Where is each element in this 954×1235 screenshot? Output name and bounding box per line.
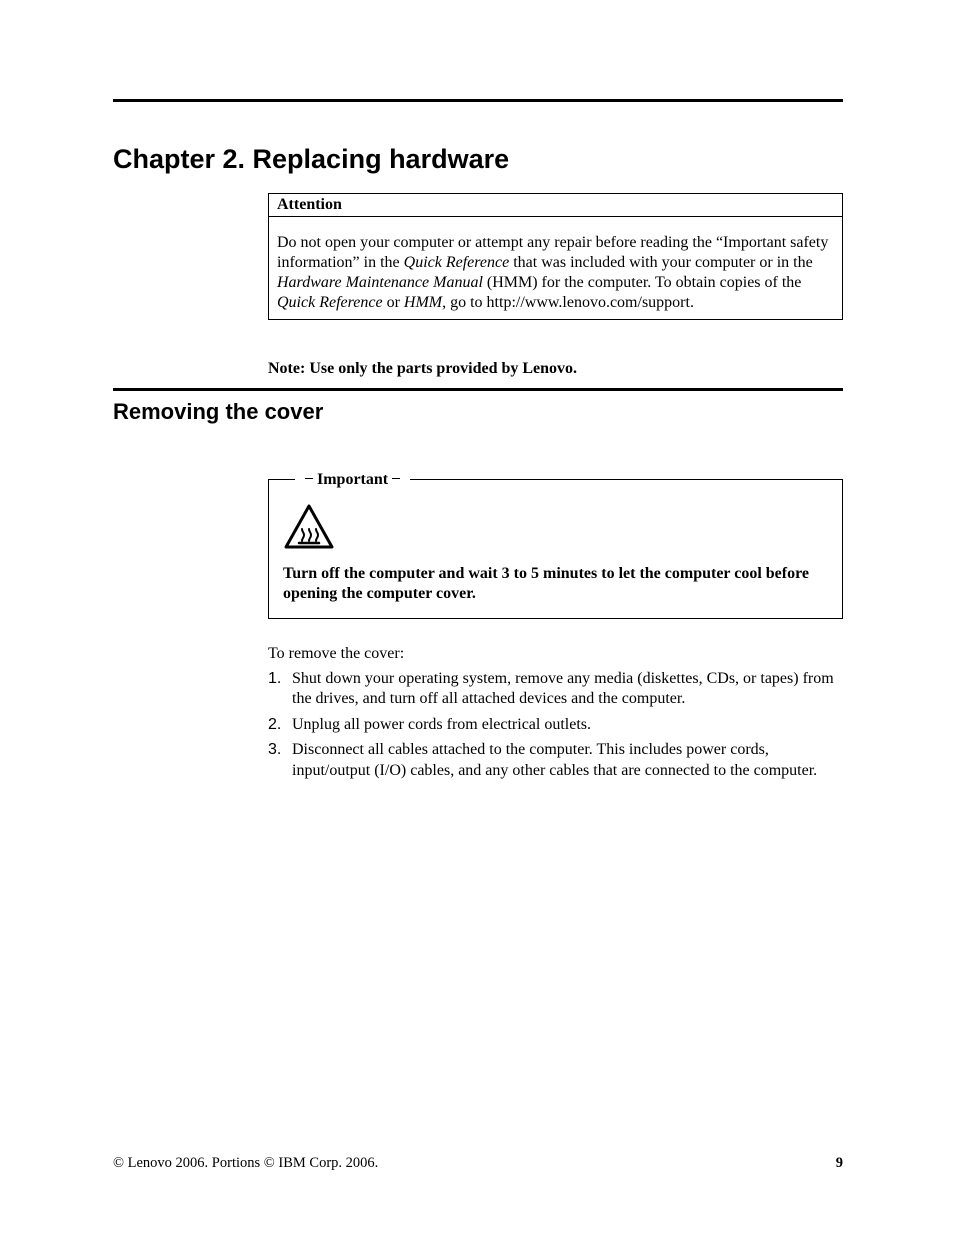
lead-text: To remove the cover: <box>268 645 843 663</box>
important-box: Important Turn off the computer and wait… <box>268 479 843 619</box>
copyright-text: © Lenovo 2006. Portions © IBM Corp. 2006… <box>113 1155 378 1171</box>
important-text: Turn off the computer and wait 3 to 5 mi… <box>283 564 828 604</box>
attention-text-2: that was included with your computer or … <box>509 254 812 271</box>
attention-heading: Attention <box>269 194 842 217</box>
step-number: 2. <box>268 715 281 735</box>
list-item: 2. Unplug all power cords from electrical… <box>268 715 843 735</box>
step-text: Shut down your operating system, remove … <box>292 670 834 707</box>
attention-text-4: or <box>383 294 404 311</box>
attention-body: Do not open your computer or attempt any… <box>269 217 842 319</box>
chapter-title: Chapter 2. Replacing hardware <box>113 144 843 175</box>
important-legend: Important <box>295 470 410 490</box>
step-text: Unplug all power cords from electrical o… <box>292 716 591 733</box>
list-item: 1. Shut down your operating system, remov… <box>268 669 843 710</box>
step-number: 1. <box>268 669 281 689</box>
list-item: 3. Disconnect all cables attached to the … <box>268 740 843 781</box>
section-title: Removing the cover <box>113 399 843 425</box>
hot-surface-warning-icon <box>283 504 828 556</box>
hmm-full: Hardware Maintenance Manual <box>277 274 483 291</box>
page-number: 9 <box>836 1155 843 1172</box>
step-number: 3. <box>268 740 281 760</box>
main-indent: Attention Do not open your computer or a… <box>268 193 843 378</box>
quick-reference-1: Quick Reference <box>404 254 510 271</box>
step-text: Disconnect all cables attached to the co… <box>292 741 817 778</box>
attention-text-3: (HMM) for the computer. To obtain copies… <box>483 274 802 291</box>
page-footer: © Lenovo 2006. Portions © IBM Corp. 2006… <box>113 1155 843 1172</box>
important-wrap: Important Turn off the computer and wait… <box>268 479 843 619</box>
attention-box: Attention Do not open your computer or a… <box>268 193 843 320</box>
note-line: Note: Use only the parts provided by Len… <box>268 360 843 378</box>
steps-list: 1. Shut down your operating system, remov… <box>268 669 843 781</box>
section-indent: Important Turn off the computer and wait… <box>268 479 843 781</box>
attention-text-5: , go to http://www.lenovo.com/support. <box>442 294 694 311</box>
quick-reference-2: Quick Reference <box>277 294 383 311</box>
hmm-short: HMM <box>404 294 442 311</box>
section-rule <box>113 388 843 391</box>
page-content: Chapter 2. Replacing hardware Attention … <box>113 90 843 786</box>
